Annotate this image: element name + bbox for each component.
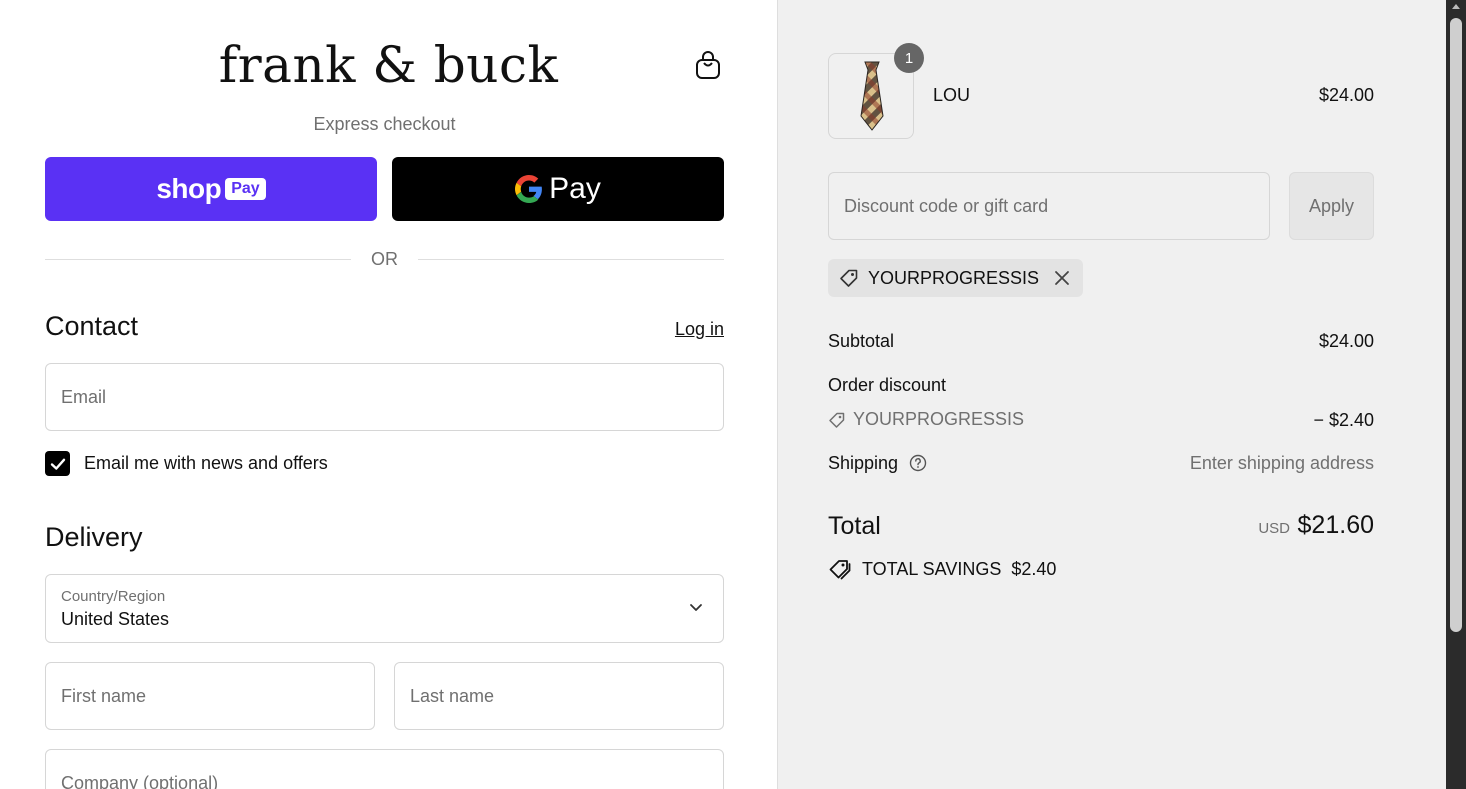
shipping-row-label: Shipping (828, 453, 927, 474)
shipping-value: Enter shipping address (1189, 453, 1374, 473)
log-in-link[interactable]: Log in (675, 319, 724, 340)
or-divider: OR (45, 247, 724, 271)
tag-icon (829, 412, 845, 428)
first-name-field[interactable] (46, 663, 374, 729)
quantity-badge: 1 (894, 43, 924, 73)
google-pay-wordmark: Pay (549, 172, 601, 205)
express-checkout-label: Express checkout (313, 114, 456, 134)
country-select-value: United States (61, 609, 170, 629)
applied-discount-chip: YOURPROGRESSIS (828, 259, 1084, 297)
or-text: OR (371, 248, 398, 269)
shop-pay-button[interactable]: shop Pay (45, 157, 377, 221)
delivery-heading: Delivery (45, 522, 143, 552)
last-name-field[interactable] (395, 663, 723, 729)
help-icon[interactable] (909, 454, 927, 472)
total-label: Total (828, 512, 881, 540)
shopping-bag-icon[interactable] (694, 50, 722, 80)
divider-line (45, 258, 351, 260)
country-select-label: Country/Region (61, 588, 166, 605)
discount-field-wrapper (828, 172, 1270, 240)
newsletter-option[interactable]: Email me with news and offers (45, 451, 328, 476)
product-name: LOU (933, 85, 971, 105)
subtotal-value: $24.00 (1318, 331, 1374, 351)
product-price: $24.00 (1318, 85, 1374, 105)
checkout-main: frank & buck Express checkout shop Pay P… (0, 0, 777, 789)
order-discount-value: − $2.40 (1313, 410, 1374, 430)
order-discount-code-row: YOURPROGRESSIS (828, 409, 1024, 430)
page-scrollbar[interactable] (1446, 0, 1466, 789)
company-field-wrapper (45, 749, 724, 789)
email-field-wrapper (45, 363, 724, 431)
total-savings-value: $2.40 (1011, 558, 1057, 579)
order-discount-label: Order discount (828, 375, 947, 395)
total-savings-row: TOTAL SAVINGS $2.40 (828, 557, 1056, 581)
contact-heading: Contact (45, 311, 139, 341)
shipping-label: Shipping (828, 453, 899, 473)
company-field[interactable] (46, 750, 723, 789)
scrollbar-thumb[interactable] (1450, 18, 1462, 632)
chevron-down-icon (690, 604, 702, 611)
brand-logo[interactable]: frank & buck (0, 36, 777, 94)
total-savings-label: TOTAL SAVINGS (862, 558, 1002, 579)
newsletter-label: Email me with news and offers (84, 453, 328, 473)
google-pay-button[interactable]: Pay (392, 157, 724, 221)
subtotal-label: Subtotal (828, 331, 895, 351)
scroll-up-arrow[interactable] (1452, 4, 1460, 9)
total-currency: USD (1258, 520, 1290, 537)
newsletter-checkbox[interactable] (45, 451, 70, 476)
order-discount-code: YOURPROGRESSIS (853, 409, 1025, 429)
shop-pay-wordmark: shop (156, 173, 222, 204)
google-g-icon (515, 175, 543, 203)
order-summary: 1 LOU $24.00 Apply YOURPROGRESSIS Subtot… (777, 0, 1446, 789)
tags-icon (829, 560, 851, 580)
apply-discount-button[interactable]: Apply (1289, 172, 1374, 240)
close-icon[interactable] (1053, 269, 1071, 287)
applied-discount-code: YOURPROGRESSIS (868, 267, 1040, 288)
shop-pay-badge: Pay (225, 178, 266, 200)
country-select[interactable]: Country/Region United States (45, 574, 724, 643)
email-field[interactable] (46, 364, 723, 430)
divider-line (418, 258, 724, 260)
last-name-field-wrapper (394, 662, 724, 730)
first-name-field-wrapper (45, 662, 375, 730)
tag-icon (840, 269, 858, 287)
total-value: $21.60 (1297, 511, 1374, 539)
checkmark-icon (50, 458, 65, 470)
discount-code-input[interactable] (829, 173, 1269, 239)
